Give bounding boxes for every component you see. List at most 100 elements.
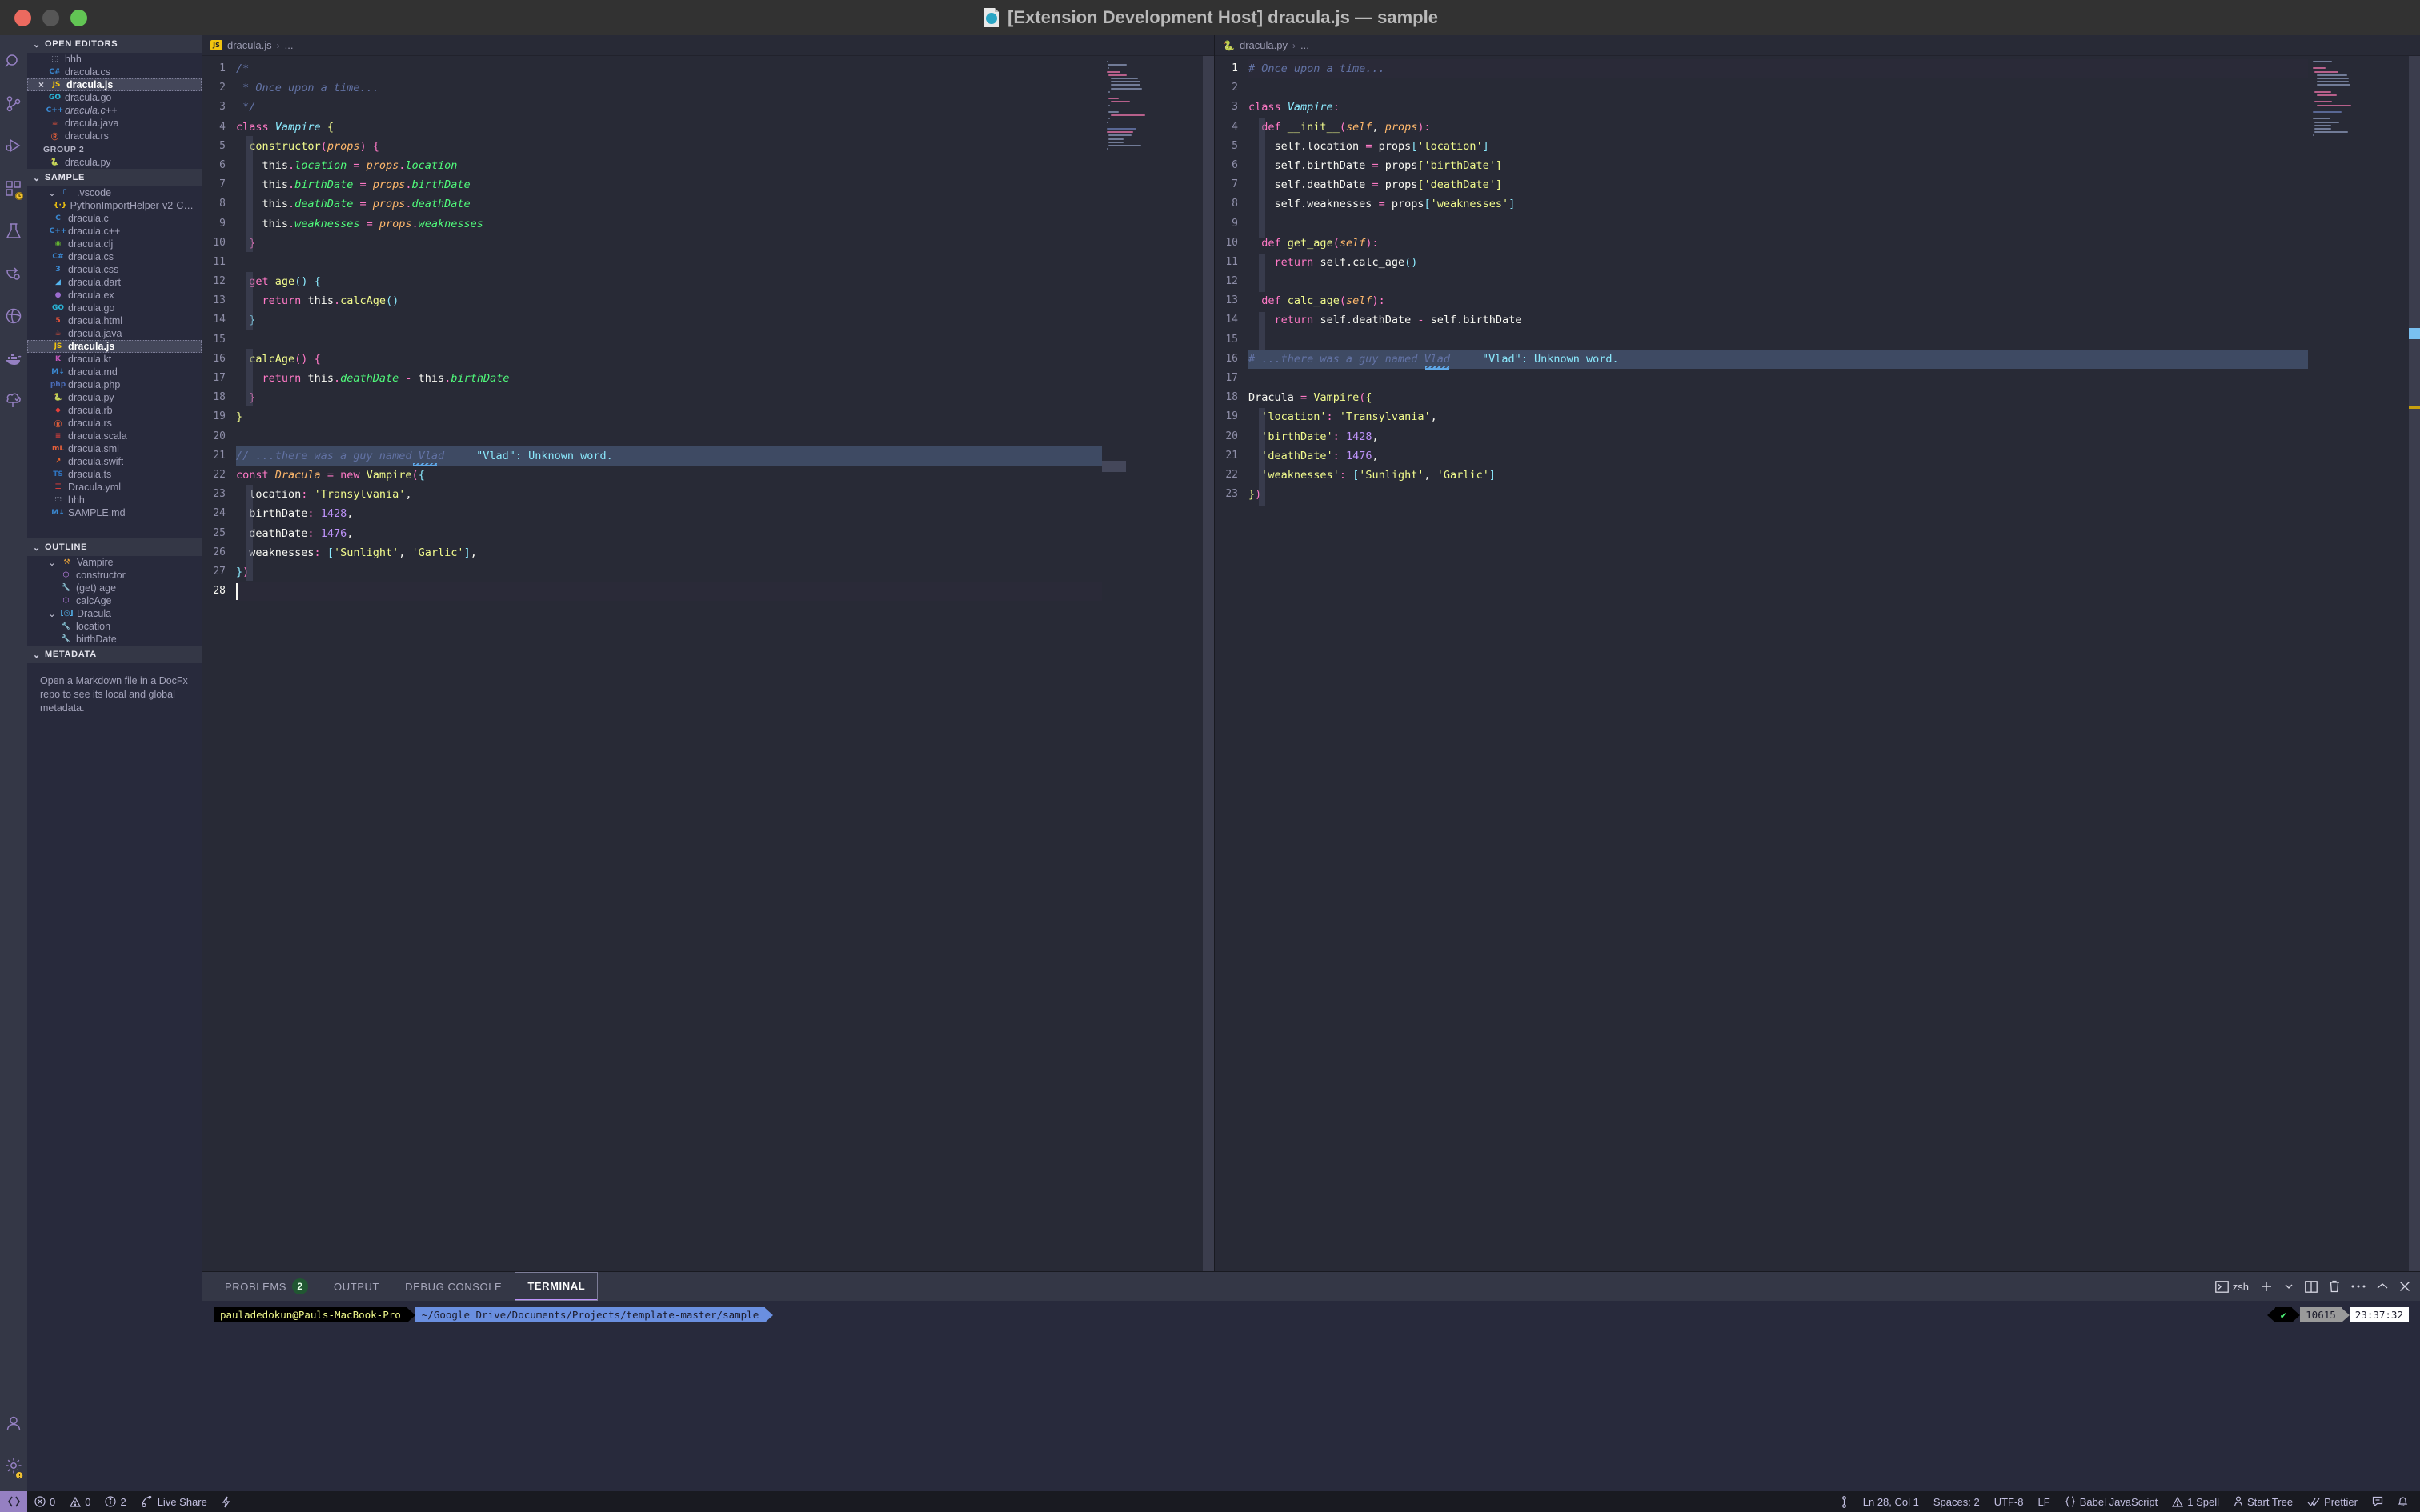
explorer-item[interactable]: ⌄ 🗀 .vscode <box>27 186 202 199</box>
open-editor-item[interactable]: C++ dracula.c++ <box>27 104 202 117</box>
extensions-icon[interactable] <box>0 167 27 210</box>
testing-icon[interactable] <box>0 210 27 252</box>
panel-tab-problems[interactable]: PROBLEMS 2 <box>212 1272 321 1301</box>
status-bar-item-problems-errors[interactable]: 0 <box>27 1491 62 1512</box>
open-editor-item[interactable]: ⬚ hhh <box>27 53 202 66</box>
explorer-item[interactable]: Зdracula.css <box>27 263 202 276</box>
status-bar-item-spell-check[interactable]: 1 Spell <box>2165 1491 2226 1512</box>
status-bar-item-problems-warnings[interactable]: 0 <box>62 1491 98 1512</box>
explorer-item[interactable]: M↓ dracula.md <box>27 366 202 378</box>
status-bar-item-git-branch[interactable] <box>1833 1491 1856 1512</box>
explorer-item[interactable]: 🐍 dracula.py <box>27 391 202 404</box>
open-editor-item[interactable]: × JS dracula.js <box>27 78 202 91</box>
close-panel-button[interactable] <box>2399 1281 2410 1292</box>
status-bar-item-notifications[interactable] <box>2390 1491 2415 1512</box>
scrollbar-decorations[interactable] <box>2409 56 2420 1271</box>
panel-tab-terminal[interactable]: TERMINAL <box>515 1272 599 1301</box>
outline-item[interactable]: 🔧 birthDate <box>27 633 202 646</box>
status-bar-item-eol[interactable]: LF <box>2031 1491 2057 1512</box>
docker-icon[interactable] <box>0 337 27 379</box>
panel-tab-debug-console[interactable]: DEBUG CONSOLE <box>392 1272 515 1301</box>
search-icon[interactable] <box>0 40 27 82</box>
chevron-down-icon[interactable]: ⌄ <box>47 558 57 568</box>
deploy-icon[interactable] <box>0 252 27 294</box>
status-bar-item-problems-info[interactable]: 2 <box>98 1491 133 1512</box>
status-bar-item-start-tree[interactable]: Start Tree <box>2226 1491 2300 1512</box>
open-editor-item[interactable]: C# dracula.cs <box>27 66 202 78</box>
breadcrumb-more[interactable]: ... <box>285 39 294 51</box>
explorer-item[interactable]: ↗ dracula.swift <box>27 455 202 468</box>
open-editors-header[interactable]: ⌄ OPEN EDITORS <box>27 35 202 53</box>
accounts-icon[interactable] <box>0 1402 27 1444</box>
status-bar-item-lightning[interactable] <box>214 1491 238 1512</box>
minimap-left[interactable] <box>1102 56 1214 1271</box>
outline-header[interactable]: ⌄ OUTLINE <box>27 538 202 556</box>
explorer-item[interactable]: ☰ Dracula.yml <box>27 481 202 494</box>
outline-item[interactable]: ⬡ calcAge <box>27 594 202 607</box>
breadcrumb-right[interactable]: 🐍 dracula.py › ... <box>1215 35 2420 56</box>
explorer-item[interactable]: 5 dracula.html <box>27 314 202 327</box>
breadcrumb-file[interactable]: dracula.js <box>227 39 272 51</box>
chevron-down-icon[interactable]: ⌄ <box>47 609 57 619</box>
metadata-header[interactable]: ⌄ METADATA <box>27 646 202 663</box>
open-editor-item[interactable]: GO dracula.go <box>27 91 202 104</box>
outline-item[interactable]: ⌄ [◎] Dracula <box>27 607 202 620</box>
explorer-item[interactable]: TS dracula.ts <box>27 468 202 481</box>
explorer-item[interactable]: ⬚ hhh <box>27 494 202 506</box>
terminal-body[interactable]: pauladedokun@Pauls-MacBook-Pro ~/Google … <box>202 1301 2420 1491</box>
status-bar-item-language-mode[interactable]: Babel JavaScript <box>2057 1491 2166 1512</box>
explorer-item[interactable]: ◢ dracula.dart <box>27 276 202 289</box>
status-bar-item-encoding[interactable]: UTF-8 <box>1987 1491 2031 1512</box>
minimap-right[interactable] <box>2308 56 2420 1271</box>
new-terminal-button[interactable] <box>2260 1280 2273 1293</box>
split-terminal-button[interactable] <box>2305 1280 2318 1293</box>
breadcrumb-left[interactable]: JS dracula.js › ... <box>202 35 1214 56</box>
maximize-panel-button[interactable] <box>2377 1282 2388 1290</box>
panel-more-actions-button[interactable] <box>2351 1284 2366 1289</box>
explorer-item[interactable]: ◆ dracula.rb <box>27 404 202 417</box>
breadcrumb-more[interactable]: ... <box>1300 39 1309 51</box>
open-editor-item[interactable]: ☕ dracula.java <box>27 117 202 130</box>
explorer-item[interactable]: Kdracula.kt <box>27 353 202 366</box>
terminal-dropdown-button[interactable] <box>2284 1282 2294 1291</box>
outline-item[interactable]: ⌄ ⚒ Vampire <box>27 556 202 569</box>
explorer-item[interactable]: M↓ SAMPLE.md <box>27 506 202 519</box>
explorer-item[interactable]: ◉ dracula.clj <box>27 238 202 250</box>
tree-icon[interactable] <box>0 379 27 422</box>
explorer-item[interactable]: Cdracula.c <box>27 212 202 225</box>
close-editor-icon[interactable]: × <box>36 79 46 90</box>
remote-window-icon[interactable] <box>0 1491 27 1512</box>
explorer-item[interactable]: Ⓡdracula.rs <box>27 417 202 430</box>
code-viewport-left[interactable]: 1/* 2 * Once upon a time... 3 */4 class Vam… <box>202 56 1214 1271</box>
scrollbar-decorations[interactable] <box>1203 56 1214 1271</box>
explorer-item[interactable]: {·}PythonImportHelper-v2-Completion.j... <box>27 199 202 212</box>
status-bar-item-prettier[interactable]: Prettier <box>2300 1491 2365 1512</box>
explorer-item[interactable]: C# dracula.cs <box>27 250 202 263</box>
kill-terminal-button[interactable] <box>2329 1280 2340 1293</box>
chevron-down-icon[interactable]: ⌄ <box>47 188 57 198</box>
status-bar-item-indentation[interactable]: Spaces: 2 <box>1926 1491 1987 1512</box>
explorer-item[interactable]: JS dracula.js <box>27 340 202 353</box>
explorer-item[interactable]: mL dracula.sml <box>27 442 202 455</box>
code-viewport-right[interactable]: 1 # Once upon a time... 2 3 class Vampire: 4… <box>1215 56 2420 1271</box>
explorer-item[interactable]: C++ dracula.c++ <box>27 225 202 238</box>
open-editor-item[interactable]: Ⓡdracula.rs <box>27 130 202 142</box>
explorer-item[interactable]: ● dracula.ex <box>27 289 202 302</box>
open-editor-item[interactable]: 🐍 dracula.py <box>27 156 202 169</box>
outline-item[interactable]: 🔧 (get) age <box>27 582 202 594</box>
status-bar-item-live-share[interactable]: Live Share <box>134 1491 214 1512</box>
remote-explorer-icon[interactable] <box>0 294 27 337</box>
explorer-item[interactable]: ≡ dracula.scala <box>27 430 202 442</box>
status-bar-item-cursor-position[interactable]: Ln 28, Col 1 <box>1856 1491 1926 1512</box>
terminal-shell-selector[interactable]: zsh <box>2214 1281 2249 1293</box>
status-bar-item-feedback[interactable] <box>2365 1491 2390 1512</box>
explorer-header[interactable]: ⌄ SAMPLE <box>27 169 202 186</box>
panel-tab-output[interactable]: OUTPUT <box>321 1272 392 1301</box>
outline-item[interactable]: 🔧 location <box>27 620 202 633</box>
outline-item[interactable]: ⬡ constructor <box>27 569 202 582</box>
breadcrumb-file[interactable]: dracula.py <box>1240 39 1288 51</box>
settings-gear-icon[interactable] <box>0 1444 27 1486</box>
explorer-item[interactable]: php dracula.php <box>27 378 202 391</box>
explorer-item[interactable]: GO dracula.go <box>27 302 202 314</box>
run-and-debug-icon[interactable] <box>0 125 27 167</box>
